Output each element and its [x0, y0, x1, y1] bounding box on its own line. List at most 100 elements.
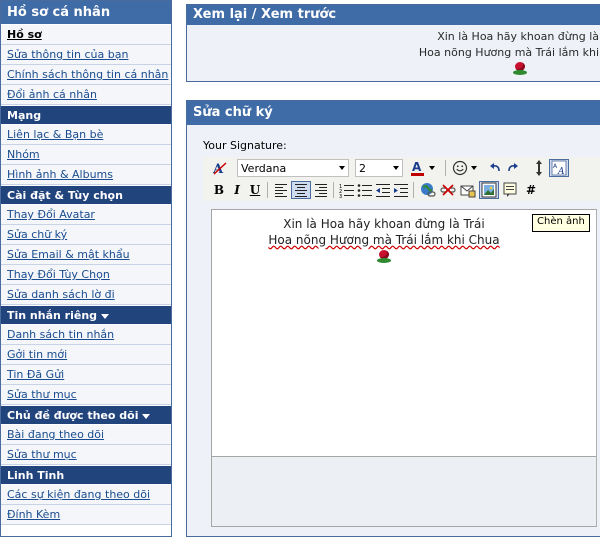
remove-link-icon[interactable]: [439, 181, 457, 199]
preview-line-1: Xin là Hoa hãy khoan đừng là: [437, 30, 599, 43]
chevron-down-icon: [393, 166, 399, 170]
sidebar-link-new-message[interactable]: Gởi tin mới: [7, 348, 67, 361]
signature-editor[interactable]: Xin là Hoa hãy khoan đừng là Trái Hoa nõ…: [211, 209, 597, 457]
sidebar-title: Hồ sơ cá nhân: [1, 1, 171, 25]
signature-line-2: Hoa nõng Hương mà Trái lắm khi Chua: [268, 233, 500, 247]
insert-email-icon[interactable]: [459, 181, 477, 199]
sidebar-item-message-list[interactable]: Danh sách tin nhắn: [1, 325, 171, 345]
code-tag-button[interactable]: #: [525, 181, 537, 199]
toolbar-separator: [267, 182, 268, 198]
sidebar-link-albums[interactable]: Hình ảnh & Albums: [7, 168, 113, 181]
sidebar-link-profile[interactable]: Hồ sơ: [7, 28, 42, 41]
bold-button[interactable]: B: [211, 181, 227, 199]
section-label: Chủ đề được theo dõi: [7, 409, 139, 422]
sidebar-link-privacy[interactable]: Chính sách thông tin cá nhân: [7, 68, 168, 81]
sidebar-link-email-password[interactable]: Sửa Email & mật khẩu: [7, 248, 130, 261]
sidebar-item-events[interactable]: Các sự kiện đang theo dõi: [1, 485, 171, 505]
sidebar-link-contacts[interactable]: Liên lạc & Bạn bè: [7, 128, 103, 141]
sidebar-item-subscribed-posts[interactable]: Bài đang theo dõi: [1, 425, 171, 445]
sidebar-item-sent[interactable]: Tin Đã Gửi: [1, 365, 171, 385]
smiley-icon: [452, 160, 477, 176]
unordered-list-icon[interactable]: [357, 181, 373, 199]
sidebar-item-privacy[interactable]: Chính sách thông tin cá nhân: [1, 65, 171, 85]
sidebar-item-profile[interactable]: Hồ sơ: [1, 25, 171, 45]
undo-icon[interactable]: [487, 159, 503, 177]
preview-image-row: [187, 61, 599, 77]
toolbar-separator: [333, 182, 334, 198]
preview-body: Xin là Hoa hãy khoan đừng là Hoa nõng Hư…: [187, 25, 600, 81]
chevron-down-icon: [339, 166, 345, 170]
sidebar-item-edit-info[interactable]: Sửa thông tin của bạn: [1, 45, 171, 65]
editor-toolbar-top: A Verdana 2 A AA: [203, 157, 600, 179]
text-color-icon: A: [411, 160, 435, 176]
sidebar-link-subscribed-posts[interactable]: Bài đang theo dõi: [7, 428, 104, 441]
sidebar-link-message-list[interactable]: Danh sách tin nhắn: [7, 328, 114, 341]
side-divider: [596, 210, 600, 526]
align-center-icon[interactable]: [291, 181, 311, 199]
insert-link-icon[interactable]: [419, 181, 437, 199]
italic-button[interactable]: I: [229, 181, 245, 199]
sidebar-item-attachments[interactable]: Đính Kèm: [1, 505, 171, 525]
redo-icon[interactable]: [505, 159, 521, 177]
sidebar-link-attachments[interactable]: Đính Kèm: [7, 508, 60, 521]
sidebar-item-new-message[interactable]: Gởi tin mới: [1, 345, 171, 365]
smiley-button[interactable]: [451, 159, 481, 177]
sidebar-link-edit-info[interactable]: Sửa thông tin của bạn: [7, 48, 128, 61]
sidebar-item-folders[interactable]: Sửa thư mục: [1, 385, 171, 405]
align-right-icon[interactable]: [313, 181, 329, 199]
sidebar-item-subscription-folders[interactable]: Sửa thư mục: [1, 445, 171, 465]
sidebar-link-groups[interactable]: Nhóm: [7, 148, 40, 161]
edit-signature-panel: Sửa chữ ký Your Signature: A Verdana 2 A…: [186, 100, 600, 537]
sidebar-item-email-password[interactable]: Sửa Email & mật khẩu: [1, 245, 171, 265]
sidebar-section-misc: Linh Tinh: [1, 465, 171, 485]
font-family-select[interactable]: Verdana: [237, 159, 349, 177]
outdent-icon[interactable]: [375, 181, 391, 199]
text-color-button[interactable]: A: [409, 159, 439, 177]
rose-icon: [513, 62, 527, 76]
wysiwyg-toggle-icon[interactable]: AA: [549, 159, 569, 177]
rose-icon[interactable]: [377, 249, 391, 264]
font-size-select[interactable]: 2: [355, 159, 403, 177]
sidebar-link-change-photo[interactable]: Đổi ảnh cá nhân: [7, 88, 97, 101]
sidebar-item-contacts[interactable]: Liên lạc & Bạn bè: [1, 125, 171, 145]
svg-text:3: 3: [339, 194, 342, 198]
svg-text:A: A: [557, 167, 565, 176]
sidebar-section-network: Mạng: [1, 105, 171, 125]
sidebar-link-subscription-folders[interactable]: Sửa thư mục: [7, 448, 77, 461]
triangle-down-icon[interactable]: [101, 313, 110, 319]
signature-label: Your Signature:: [203, 139, 287, 152]
sidebar-link-folders[interactable]: Sửa thư mục: [7, 388, 77, 401]
sidebar-item-ignore-list[interactable]: Sửa danh sách lờ đi: [1, 285, 171, 305]
sidebar-item-options[interactable]: Thay Đổi Tùy Chọn: [1, 265, 171, 285]
sidebar-link-avatar[interactable]: Thay Đổi Avatar: [7, 208, 95, 221]
svg-text:A: A: [212, 162, 224, 176]
sidebar-section-settings: Cài đặt & Tùy chọn: [1, 185, 171, 205]
indent-icon[interactable]: [393, 181, 409, 199]
sidebar-item-avatar[interactable]: Thay Đổi Avatar: [1, 205, 171, 225]
sidebar-link-events[interactable]: Các sự kiện đang theo dõi: [7, 488, 150, 501]
sidebar-link-sent[interactable]: Tin Đã Gửi: [7, 368, 64, 381]
section-label: Tin nhắn riêng: [7, 309, 98, 322]
insert-image-tooltip: Chèn ảnh: [532, 214, 590, 232]
sidebar-link-ignore-list[interactable]: Sửa danh sách lờ đi: [7, 288, 115, 301]
sidebar-item-groups[interactable]: Nhóm: [1, 145, 171, 165]
sidebar-section-subscribed-threads[interactable]: Chủ đề được theo dõi: [1, 405, 171, 425]
insert-image-icon[interactable]: [479, 181, 499, 199]
align-left-icon[interactable]: [273, 181, 289, 199]
font-size-value: 2: [359, 161, 366, 175]
quote-icon[interactable]: [501, 181, 519, 199]
triangle-down-icon[interactable]: [142, 413, 151, 419]
font-family-value: Verdana: [241, 161, 287, 175]
ordered-list-icon[interactable]: 123: [339, 181, 355, 199]
remove-format-icon[interactable]: A: [211, 159, 229, 177]
sidebar-item-change-photo[interactable]: Đổi ảnh cá nhân: [1, 85, 171, 105]
sidebar-link-signature[interactable]: Sửa chữ ký: [7, 228, 67, 241]
sidebar-item-signature[interactable]: Sửa chữ ký: [1, 225, 171, 245]
sidebar-item-albums[interactable]: Hình ảnh & Albums: [1, 165, 171, 185]
editor-toolbar-bottom: B I U 123 #: [203, 179, 600, 201]
underline-button[interactable]: U: [247, 181, 263, 199]
sidebar-link-options[interactable]: Thay Đổi Tùy Chọn: [7, 268, 110, 281]
svg-text:A: A: [412, 160, 422, 174]
sidebar-section-private-messages[interactable]: Tin nhắn riêng: [1, 305, 171, 325]
resize-arrows-icon[interactable]: [533, 159, 545, 177]
